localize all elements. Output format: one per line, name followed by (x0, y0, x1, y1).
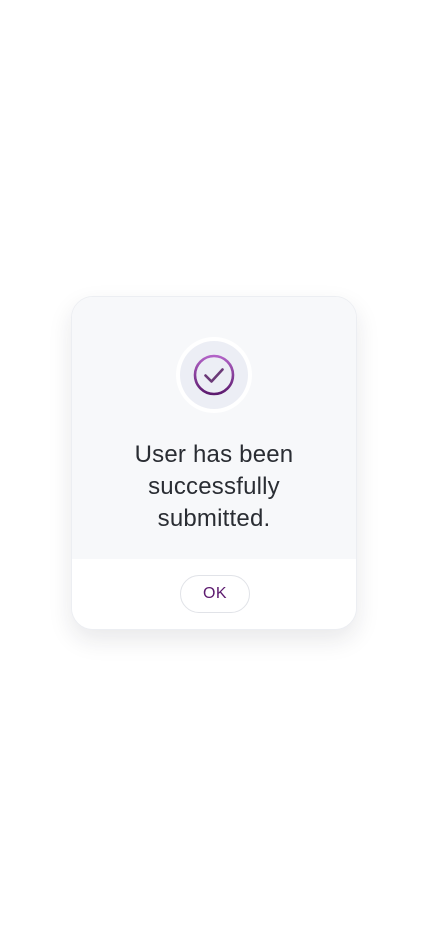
dialog-footer: OK (72, 559, 356, 629)
success-icon-background (180, 341, 248, 409)
dialog-body: User has been successfully submitted. (72, 297, 356, 559)
success-message: User has been successfully submitted. (134, 441, 294, 532)
ok-button[interactable]: OK (180, 575, 250, 613)
success-dialog: User has been successfully submitted. OK (71, 296, 357, 630)
check-circle-icon (193, 354, 235, 396)
success-icon-container (176, 337, 252, 413)
